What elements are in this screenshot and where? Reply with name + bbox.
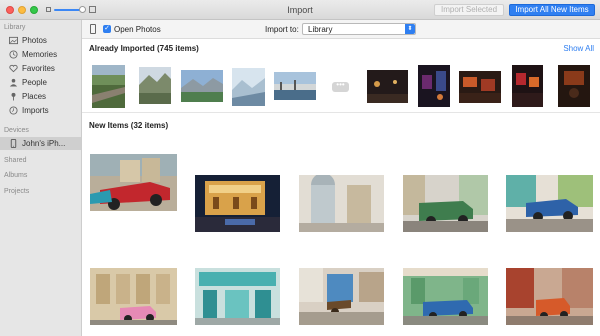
new-photo[interactable] <box>403 175 488 234</box>
already-imported-header: Already Imported (745 items) <box>89 44 199 53</box>
sidebar-item-people[interactable]: People <box>0 76 81 89</box>
imported-photo[interactable] <box>418 65 450 109</box>
sidebar-item-places[interactable]: Places <box>0 90 81 103</box>
sidebar-item-label: Favorites <box>22 64 55 73</box>
sidebar: Library Photos Memories Favorites People… <box>0 20 82 336</box>
import-to-value: Library <box>308 25 333 34</box>
iphone-icon <box>90 24 96 34</box>
imported-photo[interactable] <box>367 70 408 105</box>
section-divider <box>82 112 600 113</box>
imported-photo[interactable] <box>459 71 501 105</box>
sidebar-section-shared[interactable]: Shared <box>4 157 27 164</box>
open-photos-checkbox[interactable]: ✓ <box>103 25 111 33</box>
new-photo[interactable] <box>195 175 280 234</box>
main-content: ✓ Open Photos Import to: Library ⬍ Alrea… <box>82 20 600 336</box>
imported-photo[interactable] <box>139 67 171 106</box>
memories-icon <box>9 50 18 59</box>
imported-photo[interactable] <box>92 65 125 110</box>
sidebar-item-label: John's iPh... <box>22 139 66 148</box>
new-photo[interactable] <box>90 154 177 213</box>
pin-icon <box>11 92 16 101</box>
sidebar-item-label: Memories <box>22 50 58 59</box>
chevron-updown-icon: ⬍ <box>405 24 415 34</box>
import-toolbar: ✓ Open Photos Import to: Library ⬍ <box>82 20 600 39</box>
imported-photo[interactable] <box>181 70 223 104</box>
title-bar: Import Import Selected Import All New It… <box>0 0 600 20</box>
more-photos-ellipsis[interactable]: ••• <box>332 81 349 92</box>
sidebar-item-favorites[interactable]: Favorites <box>0 62 81 75</box>
heart-icon <box>9 64 18 73</box>
new-photo[interactable] <box>90 268 177 327</box>
import-to-label: Import to: <box>265 25 299 34</box>
photos-icon <box>9 36 18 45</box>
import-to-select[interactable]: Library ⬍ <box>302 23 416 35</box>
sidebar-item-device[interactable]: John's iPh... <box>0 137 81 150</box>
sidebar-item-label: Places <box>22 92 47 101</box>
show-all-link[interactable]: Show All <box>563 44 594 53</box>
sidebar-item-imports[interactable]: Imports <box>0 104 81 117</box>
new-photo[interactable] <box>195 268 280 327</box>
iphone-icon <box>10 139 17 148</box>
person-icon <box>9 78 18 87</box>
sidebar-item-label: Photos <box>22 36 47 45</box>
new-photo[interactable] <box>403 268 488 327</box>
sidebar-section-library: Library <box>4 24 26 31</box>
imported-photo[interactable] <box>558 65 590 109</box>
new-photo[interactable] <box>299 173 384 234</box>
open-photos-label: Open Photos <box>114 25 161 34</box>
import-selected-button[interactable]: Import Selected <box>434 4 504 16</box>
sidebar-section-albums[interactable]: Albums <box>4 172 27 179</box>
sidebar-item-label: Imports <box>22 106 49 115</box>
sidebar-item-label: People <box>22 78 47 87</box>
sidebar-item-memories[interactable]: Memories <box>0 48 81 61</box>
imported-photo[interactable] <box>274 72 316 102</box>
clock-icon <box>9 106 18 115</box>
new-items-header: New Items (32 items) <box>89 121 169 130</box>
imported-photo[interactable] <box>512 65 543 109</box>
sidebar-section-projects[interactable]: Projects <box>4 188 29 195</box>
sidebar-item-photos[interactable]: Photos <box>0 34 81 47</box>
new-photo[interactable] <box>506 175 593 234</box>
import-all-new-items-button[interactable]: Import All New Items <box>509 4 595 16</box>
new-photo[interactable] <box>506 268 593 327</box>
new-photo[interactable] <box>299 268 384 327</box>
sidebar-section-devices: Devices <box>4 127 29 134</box>
imported-photo[interactable] <box>232 68 265 108</box>
